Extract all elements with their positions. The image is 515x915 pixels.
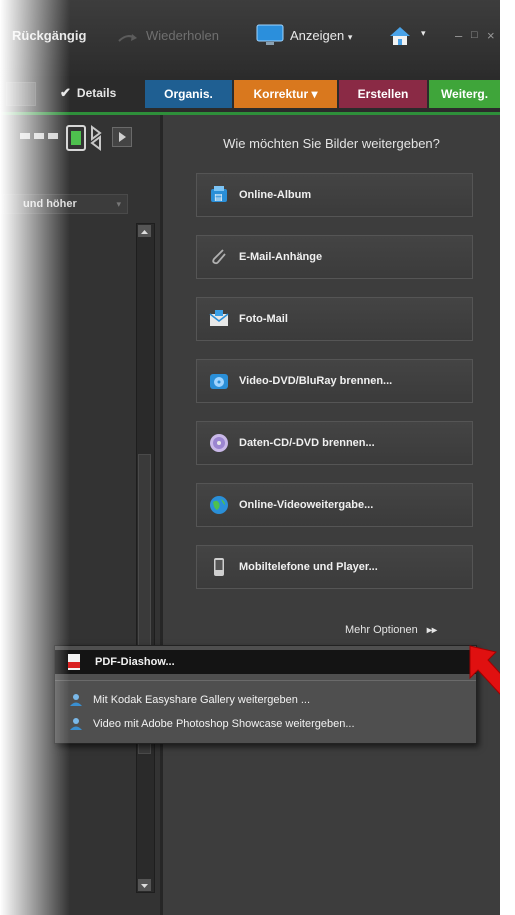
svg-text:▤: ▤ [214,193,223,203]
details-checkbox[interactable]: ✔ Details [46,82,134,104]
tab-organize[interactable]: Organis. [145,80,232,108]
details-label: Details [76,86,117,100]
redo-button[interactable]: Wiederholen [146,28,219,43]
share-person-icon [69,693,83,707]
view-caret-icon: ▾ [347,32,353,42]
data-cd-dvd-label: Daten-CD/-DVD brennen... [239,437,375,449]
menu-item-label: Mit Kodak Easyshare Gallery weitergeben … [93,694,311,706]
close-button[interactable]: × [487,28,495,43]
checkmark-icon: ✔ [60,85,71,100]
data-cd-dvd-button[interactable]: Daten-CD/-DVD brennen... [196,421,473,465]
video-dvd-bluray-label: Video-DVD/BluRay brennen... [239,375,393,387]
menu-item-pdf-slideshow[interactable]: PDF-Diashow... [55,650,476,674]
email-attachments-button[interactable]: E-Mail-Anhänge [196,235,473,279]
menu-divider [55,680,476,681]
online-video-sharing-label: Online-Videoweitergabe... [239,499,374,511]
online-album-button[interactable]: ▤ Online-Album [196,173,473,217]
online-album-label: Online-Album [239,189,312,201]
tab-correction[interactable]: Korrektur ▾ [234,80,337,108]
video-disc-icon [209,371,229,391]
scroll-up-button[interactable] [138,225,151,237]
online-video-sharing-button[interactable]: Online-Videoweitergabe... [196,483,473,527]
app-window: Rückgängig Wiederholen Anzeigen ▾ ▾ – □ … [0,0,500,915]
undo-button[interactable]: Rückgängig [12,28,86,43]
photo-mail-button[interactable]: Foto-Mail [196,297,473,341]
home-icon[interactable] [388,26,412,46]
grid-view-button[interactable] [6,82,36,106]
email-attachments-label: E-Mail-Anhänge [239,251,323,263]
globe-icon [209,495,229,515]
more-options-menu: PDF-Diashow... Mit Kodak Easyshare Galle… [54,645,477,744]
menu-item-label: Video mit Adobe Photoshop Showcase weite… [93,718,355,730]
redo-icon [117,30,139,42]
menu-item-label: PDF-Diashow... [95,656,175,668]
thumbnail-size-slider[interactable] [0,133,62,139]
title-toolbar: Rückgängig Wiederholen Anzeigen ▾ ▾ – □ … [0,0,500,76]
single-view-icon[interactable] [66,125,86,151]
pdf-icon [65,653,83,671]
scroll-down-button[interactable] [138,879,151,891]
photo-mail-label: Foto-Mail [239,313,288,325]
data-disc-icon [209,433,229,453]
view-label: Anzeigen [290,28,345,43]
monitor-icon [256,24,284,46]
maximize-button[interactable]: □ [471,29,478,41]
more-options-label: Mehr Optionen [345,624,418,636]
video-dvd-bluray-button[interactable]: Video-DVD/BluRay brennen... [196,359,473,403]
compare-view-icon[interactable] [90,125,102,151]
home-caret-icon[interactable]: ▾ [421,28,426,39]
vertical-scrollbar[interactable] [136,223,155,893]
minimize-button[interactable]: – [455,28,462,43]
rating-filter-value: und höher [23,198,77,210]
photo-mail-icon [209,309,229,329]
more-options-link[interactable]: Mehr Optionen ▸▸ [345,624,475,640]
tab-create[interactable]: Erstellen [339,80,427,108]
menu-item-photoshop-showcase[interactable]: Video mit Adobe Photoshop Showcase weite… [55,712,476,736]
rating-filter-dropdown[interactable]: und höher ▾ [0,194,128,214]
mobile-phone-icon [209,557,229,577]
share-person-icon [69,717,83,731]
chevron-down-icon: ▾ [116,198,121,209]
view-menu-button[interactable]: Anzeigen ▾ [290,28,352,43]
tab-bar: ✔ Details Organis. Korrektur ▾ Erstellen… [0,76,500,115]
tab-share[interactable]: Weiterg. [429,80,500,108]
mobile-phones-players-label: Mobiltelefone und Player... [239,561,378,573]
double-arrow-right-icon: ▸▸ [426,625,437,636]
slideshow-play-button[interactable] [112,127,132,147]
mobile-phones-players-button[interactable]: Mobiltelefone und Player... [196,545,473,589]
menu-item-kodak-gallery[interactable]: Mit Kodak Easyshare Gallery weitergeben … [55,688,476,712]
share-heading: Wie möchten Sie Bilder weitergeben? [223,136,440,151]
paperclip-icon [209,247,229,267]
online-album-icon: ▤ [209,185,229,205]
red-annotation-arrow-icon [466,642,500,700]
media-browser-panel: und höher ▾ [0,115,160,915]
